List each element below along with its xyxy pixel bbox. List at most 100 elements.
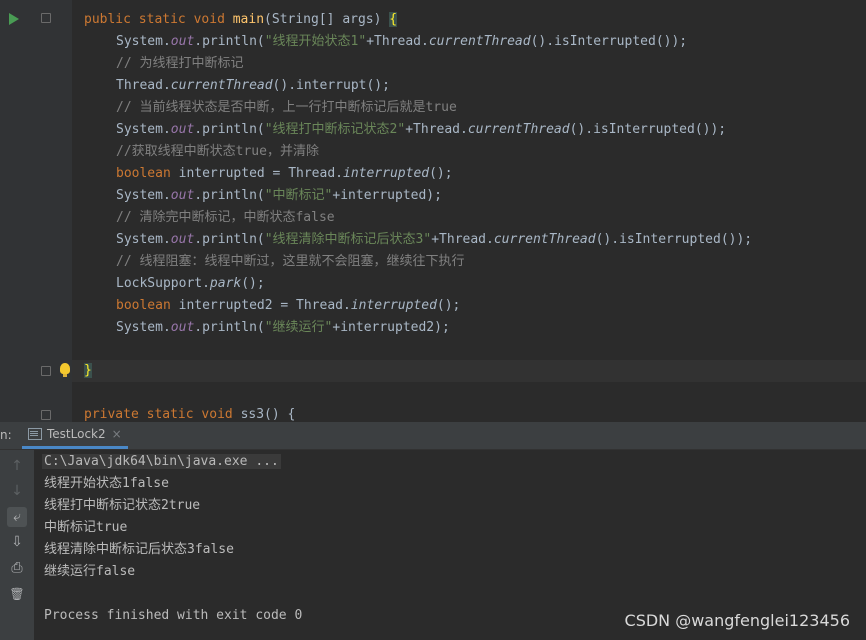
watermark: CSDN @wangfenglei123456 (624, 611, 850, 630)
code-token: System. (116, 232, 171, 247)
console-output-line: 线程清除中断标记后状态3false (44, 542, 234, 557)
code-token: private (84, 407, 147, 422)
trash-icon[interactable]: 🗑 (7, 584, 27, 604)
code-token: static (138, 12, 194, 27)
run-tab-bar: n: TestLock2 × (0, 422, 866, 450)
code-token: System. (116, 188, 171, 203)
code-token: .println( (194, 188, 265, 203)
console-command-line[interactable]: C:\Java\jdk64\bin\java.exe ... (42, 451, 281, 473)
code-token: interrupted (343, 166, 430, 181)
editor-gutter (0, 0, 72, 422)
code-token: out (170, 188, 195, 203)
code-comment[interactable]: // 当前线程状态是否中断，上一行打中断标记后就是true (116, 97, 457, 119)
code-line[interactable]: private static void ss3() { (84, 404, 295, 422)
code-token: ().interrupt(); (272, 78, 390, 93)
console-output-line: 线程打中断标记状态2true (44, 498, 201, 513)
code-token: currentThread (467, 122, 570, 137)
print-icon[interactable]: ⎙ (7, 558, 27, 578)
code-editor[interactable]: public static void main(String[] args) {… (0, 0, 866, 422)
code-token: +Thread. (405, 122, 468, 137)
code-token: "线程开始状态1" (264, 34, 367, 49)
code-token: currentThread (493, 232, 596, 247)
console-icon (28, 428, 42, 440)
code-token: out (170, 122, 195, 137)
console-output-line: 继续运行false (44, 564, 136, 579)
code-token: main (232, 12, 265, 27)
code-token: .println( (194, 122, 265, 137)
code-token: void (201, 407, 241, 422)
code-token: +Thread. (431, 232, 494, 247)
code-token: ss3 (240, 407, 265, 422)
code-line[interactable]: public static void main(String[] args) { (84, 9, 398, 31)
code-token: .println( (194, 232, 265, 247)
code-line[interactable]: boolean interrupted = Thread.interrupted… (116, 163, 453, 185)
code-token: "中断标记" (264, 188, 333, 203)
code-token: "线程打中断标记状态2" (264, 122, 406, 137)
code-line[interactable]: boolean interrupted2 = Thread.interrupte… (116, 295, 460, 317)
down-arrow-icon[interactable]: ↓ (7, 481, 27, 501)
console-output-line: Process finished with exit code 0 (44, 608, 303, 623)
code-comment[interactable]: // 清除完中断标记，中断状态false (116, 207, 335, 229)
code-token: +interrupted2); (332, 320, 450, 335)
run-main-icon[interactable] (9, 13, 19, 25)
code-token: static (146, 407, 202, 422)
command-text: C:\Java\jdk64\bin\java.exe ... (42, 454, 281, 469)
scroll-to-end-icon[interactable]: ⇩ (7, 532, 27, 552)
current-line-highlight (72, 360, 866, 382)
fold-marker-icon[interactable] (41, 410, 51, 420)
code-token: currentThread (170, 78, 273, 93)
code-token: System. (116, 320, 171, 335)
code-token: System. (116, 34, 171, 49)
code-token: { (389, 12, 398, 27)
tab-label: TestLock2 (47, 427, 106, 441)
code-token: park (209, 276, 242, 291)
code-line[interactable]: Thread.currentThread().interrupt(); (116, 75, 390, 97)
tab-testlock2[interactable]: TestLock2 × (22, 422, 128, 449)
lightbulb-icon[interactable] (60, 363, 70, 377)
code-token: interrupted = Thread. (178, 166, 343, 181)
code-token: (); (429, 166, 453, 181)
code-token: boolean (116, 166, 179, 181)
run-panel-label: n: (0, 428, 12, 442)
code-line[interactable]: } (84, 360, 92, 382)
code-token: interrupted (350, 298, 437, 313)
code-token: public (84, 12, 139, 27)
code-line[interactable]: LockSupport.park(); (116, 273, 265, 295)
code-token: (String[] args) (264, 12, 390, 27)
code-token: } (84, 363, 92, 378)
up-arrow-icon[interactable]: ↑ (7, 456, 27, 476)
code-token: void (193, 12, 233, 27)
code-comment[interactable]: //获取线程中断状态true，并清除 (116, 141, 319, 163)
code-token: Thread. (116, 78, 171, 93)
run-tool-window: n: TestLock2 × ↑ ↓ ⤶ ⇩ ⎙ 🗑 C:\Java\jdk64… (0, 422, 866, 640)
code-token: (); (436, 298, 461, 313)
code-token: boolean (116, 298, 179, 313)
code-token: out (170, 320, 195, 335)
soft-wrap-icon[interactable]: ⤶ (7, 507, 27, 527)
code-line[interactable]: System.out.println("线程清除中断标记后状态3"+Thread… (116, 229, 752, 251)
code-token: ().isInterrupted()); (530, 34, 688, 49)
code-line[interactable]: System.out.println("线程打中断标记状态2"+Thread.c… (116, 119, 726, 141)
code-token: .println( (194, 34, 265, 49)
code-token: out (170, 232, 195, 247)
code-token: out (170, 34, 195, 49)
code-token: .println( (194, 320, 265, 335)
code-line[interactable]: System.out.println("线程开始状态1"+Thread.curr… (116, 31, 687, 53)
code-token: () { (264, 407, 296, 422)
fold-marker-icon[interactable] (41, 13, 51, 23)
code-token: +Thread. (366, 34, 429, 49)
code-line[interactable]: System.out.println("中断标记"+interrupted); (116, 185, 442, 207)
code-token: System. (116, 122, 171, 137)
code-comment[interactable]: // 线程阻塞：线程中断过，这里就不会阻塞，继续往下执行 (116, 251, 464, 273)
code-token: LockSupport. (116, 276, 210, 291)
close-icon[interactable]: × (112, 427, 122, 441)
code-comment[interactable]: // 为线程打中断标记 (116, 53, 243, 75)
code-token: "线程清除中断标记后状态3" (264, 232, 432, 247)
code-token: +interrupted); (332, 188, 442, 203)
code-line[interactable]: System.out.println("继续运行"+interrupted2); (116, 317, 450, 339)
code-token: ().isInterrupted()); (595, 232, 753, 247)
run-toolbar: ↑ ↓ ⤶ ⇩ ⎙ 🗑 (0, 450, 34, 640)
fold-marker-icon[interactable] (41, 366, 51, 376)
console-output-line: 中断标记true (44, 520, 128, 535)
code-token: interrupted2 = Thread. (178, 298, 351, 313)
